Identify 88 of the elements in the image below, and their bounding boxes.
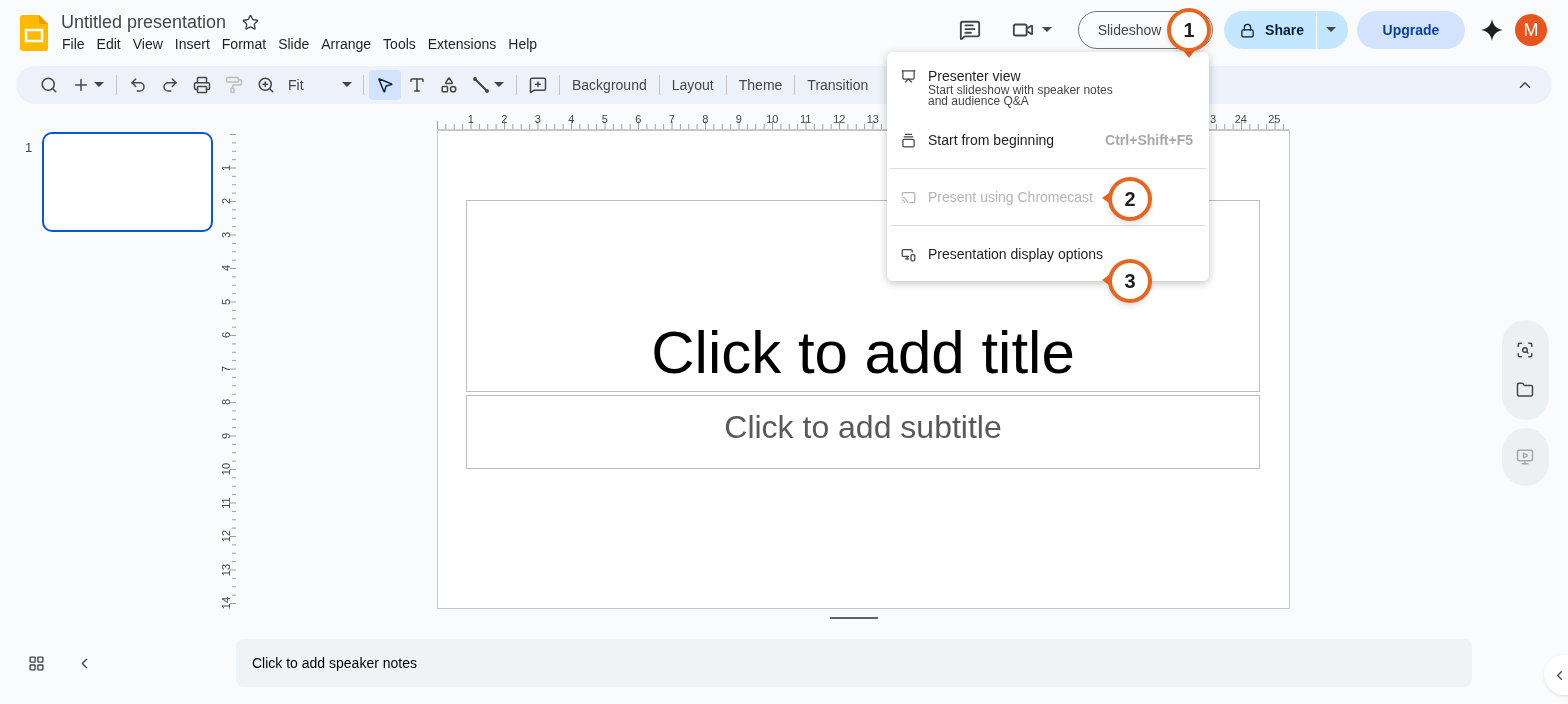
menu-option[interactable]: Presenter view xyxy=(928,67,1113,85)
cast-icon xyxy=(901,190,916,205)
ruler-number: 2 xyxy=(220,196,232,207)
ruler-number: 7 xyxy=(220,364,232,374)
document-title[interactable]: Untitled presentation xyxy=(61,10,227,34)
ruler-number: 3 xyxy=(220,230,232,240)
menu-item[interactable]: Tools xyxy=(383,35,416,53)
menu-item[interactable]: Arrange xyxy=(321,35,372,53)
ruler-number: 10 xyxy=(765,113,780,125)
text-icon xyxy=(408,76,426,94)
subtitle-placeholder[interactable]: Click to add subtitle xyxy=(466,395,1260,469)
ruler-number: 11 xyxy=(799,113,813,125)
caret-icon xyxy=(1042,27,1053,33)
ruler-number: 2 xyxy=(500,113,509,125)
slide-thumbnail[interactable] xyxy=(42,132,213,232)
menu-option[interactable]: Start from beginning xyxy=(928,131,1055,149)
ruler-number: 10 xyxy=(220,462,232,476)
caret-icon xyxy=(494,82,504,88)
presenter-icon xyxy=(901,69,916,84)
speaker-notes-field[interactable]: Click to add speaker notes xyxy=(236,639,1472,687)
ruler-number: 9 xyxy=(734,113,743,125)
ruler-number: 1 xyxy=(220,163,232,173)
image-search-icon[interactable] xyxy=(1516,341,1534,359)
ruler-number: 8 xyxy=(220,397,232,408)
upgrade-button[interactable]: Upgrade xyxy=(1357,11,1465,49)
ruler-number: 12 xyxy=(220,529,232,543)
plus-icon xyxy=(72,76,90,94)
ruler-number: 6 xyxy=(220,330,232,341)
toolbar-text-button[interactable]: Background xyxy=(565,70,654,100)
ruler-number: 4 xyxy=(567,113,576,125)
search-icon xyxy=(40,76,58,94)
menu-option-description: Start slideshow with speaker notes and audience Q&A xyxy=(928,85,1113,107)
menu-item[interactable]: File xyxy=(62,35,85,53)
toolbar-text-button[interactable]: Transition xyxy=(800,70,876,100)
menu-option[interactable]: Presentation display options xyxy=(928,245,1104,263)
caret-icon xyxy=(1325,27,1336,33)
zoom-in-icon xyxy=(257,76,275,94)
menu-item[interactable]: Insert xyxy=(174,35,210,53)
grid-view-icon[interactable] xyxy=(28,654,45,672)
toolbar-text-button[interactable]: Layout xyxy=(664,70,721,100)
star-icon[interactable] xyxy=(242,13,260,31)
menu-item[interactable]: Help xyxy=(508,35,538,53)
ruler-number: 4 xyxy=(220,263,232,274)
display-icon xyxy=(901,247,916,262)
paint-roller-icon xyxy=(225,76,243,94)
lock-icon xyxy=(1240,22,1256,38)
toolbar-text-button[interactable]: Theme xyxy=(731,70,790,100)
ruler-number: 14 xyxy=(220,596,232,610)
redo-icon xyxy=(161,76,179,94)
undo-icon xyxy=(129,76,147,94)
comments-icon[interactable] xyxy=(959,19,982,41)
share-options-button[interactable] xyxy=(1317,11,1348,49)
ruler-number: 9 xyxy=(220,431,232,441)
add-comment-icon xyxy=(529,76,547,94)
ruler-number: 1 xyxy=(466,113,475,125)
ruler-number: 24 xyxy=(1233,113,1248,125)
ruler-number: 7 xyxy=(667,113,676,125)
ruler-number: 12 xyxy=(832,113,847,125)
sparkle-icon[interactable] xyxy=(1481,19,1503,41)
ruler-number: 5 xyxy=(220,297,232,307)
menu-item[interactable]: Edit xyxy=(96,35,121,53)
ruler-number: 25 xyxy=(1267,113,1282,125)
zoom-select[interactable]: Fit xyxy=(282,70,358,100)
share-button[interactable]: Share xyxy=(1224,11,1316,49)
ruler-number: 5 xyxy=(600,113,609,125)
toolbar-button[interactable] xyxy=(369,70,401,100)
ruler-number: 13 xyxy=(220,562,232,577)
ruler-number: 3 xyxy=(1208,113,1217,125)
printer-icon xyxy=(193,76,211,94)
keyboard-shortcut: Ctrl+Shift+F5 xyxy=(1105,131,1193,149)
avatar[interactable]: M xyxy=(1515,14,1547,46)
slide-number: 1 xyxy=(25,139,34,157)
ruler-number: 13 xyxy=(865,113,880,125)
menu-item[interactable]: Extensions xyxy=(427,35,497,53)
menu-item[interactable]: View xyxy=(132,35,163,53)
menu-item[interactable]: Slide xyxy=(278,35,310,53)
slides-icon xyxy=(901,133,916,148)
ruler-number: 11 xyxy=(220,495,232,510)
cursor-icon xyxy=(376,76,394,94)
ruler-number: 6 xyxy=(634,113,643,125)
ruler-number: 8 xyxy=(701,113,710,125)
folder-icon[interactable] xyxy=(1516,381,1534,399)
shapes-icon xyxy=(440,76,458,94)
caret-icon xyxy=(342,82,352,88)
menu-item[interactable]: Format xyxy=(221,35,267,53)
ruler-number: 3 xyxy=(533,113,542,125)
line-icon xyxy=(472,76,490,94)
caret-icon xyxy=(94,82,104,88)
